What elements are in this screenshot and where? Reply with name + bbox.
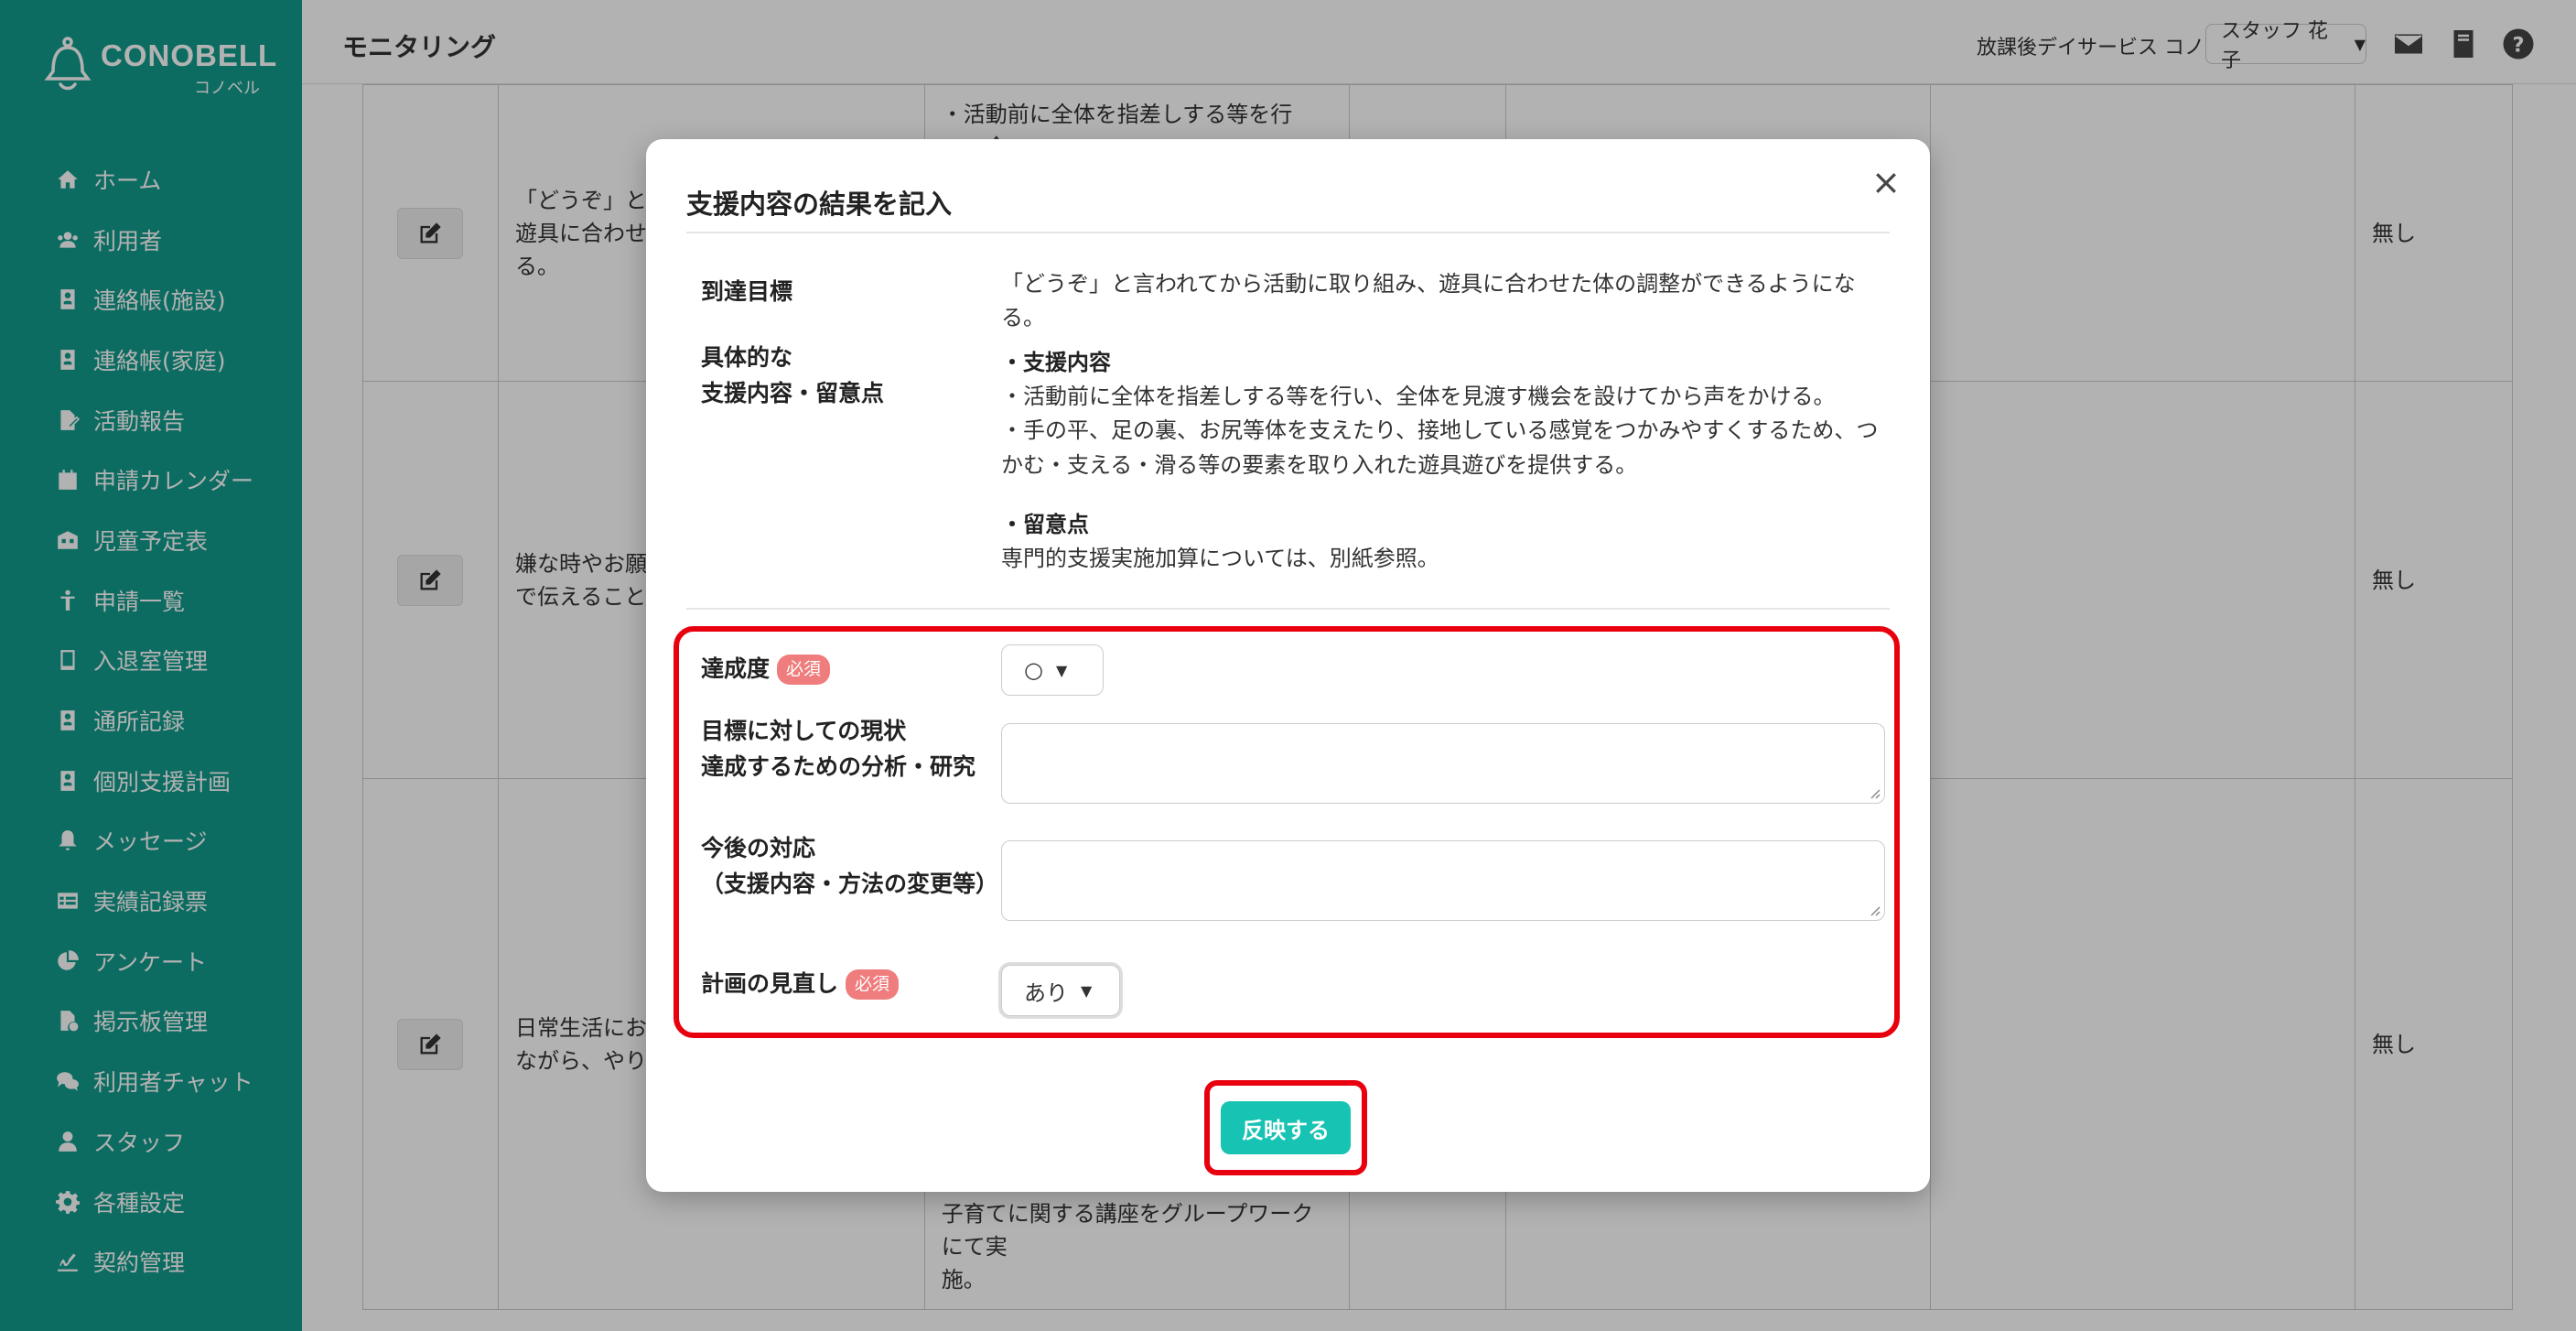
- support-line-1: ・活動前に全体を指差しする等を行い、全体を見渡す機会を設けてから声をかける。: [1001, 384, 1836, 410]
- future-label: 今後の対応 （支援内容・方法の変更等）: [701, 831, 998, 903]
- close-icon: [1876, 173, 1896, 193]
- resize-grip-icon[interactable]: [1868, 904, 1881, 916]
- status-label: 目標に対しての現状 達成するための分析・研究: [701, 714, 975, 785]
- status-analysis-textarea[interactable]: [1001, 723, 1885, 804]
- achievement-label: 達成度 必須: [701, 652, 831, 687]
- future-response-textarea[interactable]: [1001, 840, 1885, 921]
- review-label: 計画の見直し 必須: [701, 967, 900, 1002]
- title-divider: [686, 232, 1890, 233]
- achievement-value: ○: [1024, 657, 1043, 683]
- note-line: 専門的支援実施加算については、別紙参照。: [1001, 545, 1439, 571]
- achievement-label-text: 達成度: [701, 655, 771, 682]
- future-label-line-1: 今後の対応: [701, 835, 816, 861]
- modal-title: 支援内容の結果を記入: [686, 189, 953, 220]
- status-label-line-1: 目標に対しての現状: [701, 718, 907, 744]
- support-label: 具体的な 支援内容・留意点: [701, 341, 884, 412]
- support-label-line-2: 支援内容・留意点: [701, 379, 885, 406]
- review-label-text: 計画の見直し: [701, 970, 839, 997]
- resize-grip-icon[interactable]: [1868, 786, 1881, 799]
- plan-review-select[interactable]: あり ▼: [1001, 965, 1120, 1016]
- support-line-2: ・手の平、足の裏、お尻等体を支えたり、接地している感覚をつかみやすくするため、つ…: [1001, 417, 1879, 478]
- chevron-down-icon: ▼: [1081, 981, 1093, 1000]
- achievement-select[interactable]: ○ ▼: [1001, 644, 1104, 696]
- required-badge: 必須: [846, 969, 900, 1001]
- reflect-button[interactable]: 反映する: [1221, 1101, 1351, 1154]
- support-content: ・支援内容 ・活動前に全体を指差しする等を行い、全体を見渡す機会を設けてから声を…: [1001, 346, 1880, 576]
- required-badge: 必須: [777, 655, 831, 686]
- submit-highlight: 反映する: [1204, 1080, 1367, 1175]
- support-result-modal: 支援内容の結果を記入 到達目標 「どうぞ」と言われてから活動に取り組み、遊具に合…: [646, 139, 1930, 1192]
- status-label-line-2: 達成するための分析・研究: [701, 752, 976, 780]
- content-divider: [686, 608, 1890, 610]
- goal-label: 到達目標: [701, 278, 793, 305]
- close-button[interactable]: [1868, 165, 1904, 201]
- goal-text: 「どうぞ」と言われてから活動に取り組み、遊具に合わせた体の調整ができるようになる…: [1001, 271, 1856, 331]
- support-heading: ・支援内容: [1001, 350, 1111, 375]
- future-label-line-2: （支援内容・方法の変更等）: [701, 870, 999, 897]
- chevron-down-icon: ▼: [1055, 661, 1068, 679]
- note-heading: ・留意点: [1001, 511, 1089, 537]
- support-label-line-1: 具体的な: [701, 344, 793, 371]
- review-value: あり: [1024, 979, 1068, 1006]
